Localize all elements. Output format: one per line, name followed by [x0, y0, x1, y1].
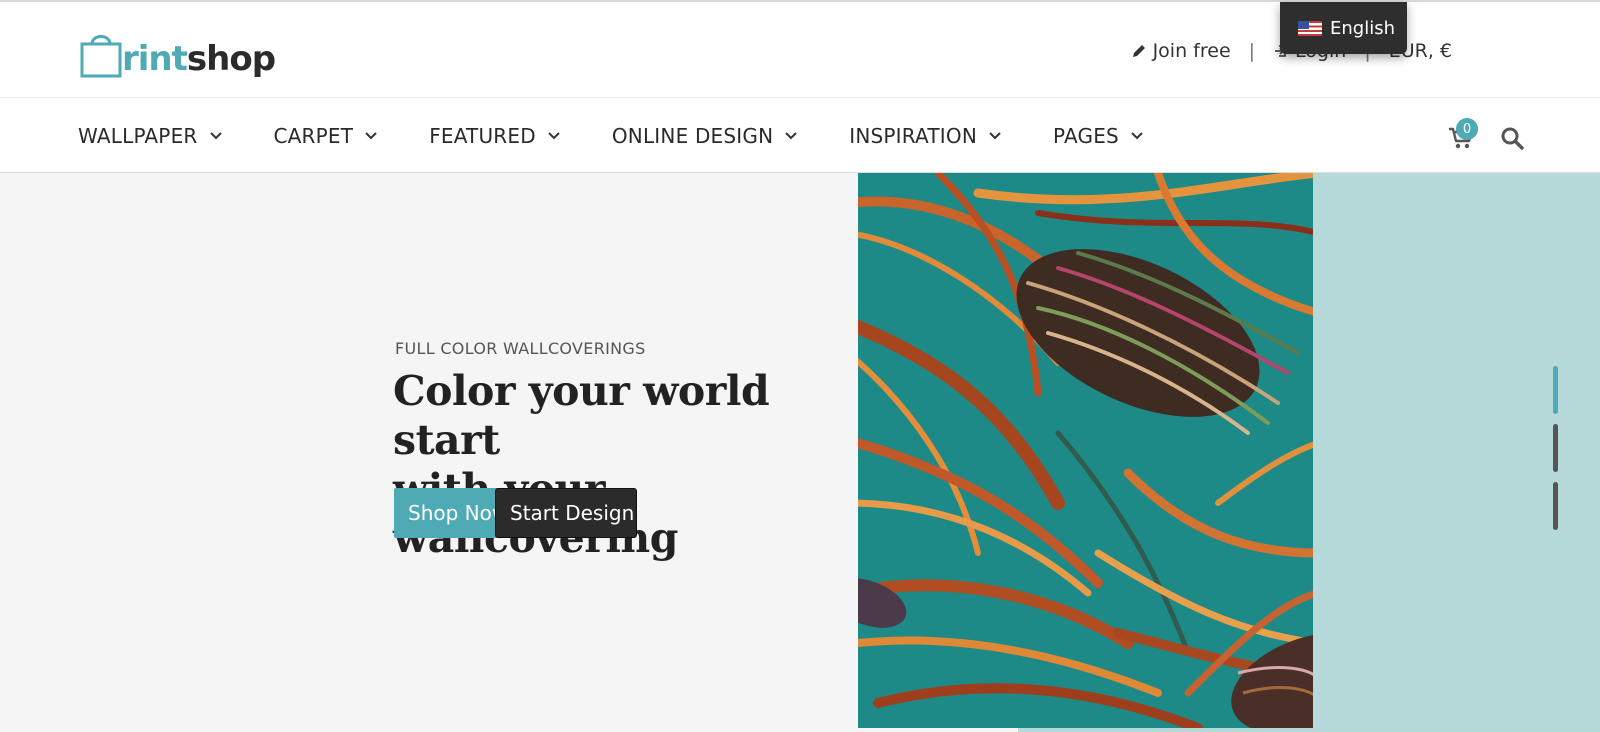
shop-now-button[interactable]: Shop Now: [394, 488, 500, 538]
nav-item-online-design[interactable]: ONLINE DESIGN: [612, 124, 797, 148]
nav-item-inspiration[interactable]: INSPIRATION: [849, 124, 1001, 148]
tropical-leaves-wallpaper-image: [858, 173, 1313, 728]
nav-item-label: FEATURED: [429, 123, 536, 148]
search-icon[interactable]: [1500, 126, 1524, 150]
chevron-down-icon: [209, 131, 222, 139]
start-design-button[interactable]: Start Design: [495, 488, 637, 538]
chevron-down-icon: [785, 131, 797, 139]
nav-item-label: WALLPAPER: [78, 123, 198, 148]
nav-item-label: CARPET: [273, 123, 354, 148]
hero-slider: FULL COLOR WALLCOVERINGS Color your worl…: [0, 173, 1600, 732]
slider-dot-3[interactable]: [1553, 482, 1558, 530]
nav-item-carpet[interactable]: CARPET: [274, 124, 378, 148]
chevron-down-icon: [1131, 131, 1143, 139]
chevron-down-icon: [989, 131, 1001, 139]
logo-text-part-2: shop: [186, 39, 276, 79]
logo-text-part-1: rint: [122, 39, 188, 79]
shopping-bag-icon: [80, 35, 122, 78]
hero-headline-line-1: Color your world start: [393, 367, 770, 464]
us-flag-icon: [1298, 20, 1322, 36]
separator: |: [1248, 40, 1256, 62]
chevron-down-icon: [365, 131, 377, 139]
slider-dot-1[interactable]: [1553, 366, 1558, 414]
nav-menu: WALLPAPER CARPET FEATURED ONLINE DESIGN …: [78, 98, 1195, 173]
nav-item-wallpaper[interactable]: WALLPAPER: [78, 124, 222, 148]
language-selector[interactable]: English: [1280, 2, 1407, 54]
slider-dot-2[interactable]: [1553, 424, 1558, 472]
pencil-icon: [1132, 45, 1145, 57]
nav-item-featured[interactable]: FEATURED: [429, 124, 560, 148]
nav-item-label: INSPIRATION: [849, 123, 977, 148]
site-logo[interactable]: rintshop: [78, 20, 276, 80]
logo-wordmark: rintshop: [122, 39, 276, 79]
join-free-link[interactable]: Join free: [1131, 40, 1231, 62]
slider-pagination: [1553, 366, 1558, 530]
chevron-down-icon: [548, 131, 560, 139]
hero-eyebrow: FULL COLOR WALLCOVERINGS: [395, 339, 646, 358]
nav-item-pages[interactable]: PAGES: [1053, 124, 1143, 148]
nav-item-label: ONLINE DESIGN: [611, 123, 774, 148]
cart-count-badge: 0: [1456, 118, 1478, 140]
language-label: English: [1330, 17, 1395, 39]
main-navigation: WALLPAPER CARPET FEATURED ONLINE DESIGN …: [0, 98, 1600, 173]
nav-item-label: PAGES: [1053, 123, 1119, 148]
join-free-label: Join free: [1152, 40, 1231, 62]
